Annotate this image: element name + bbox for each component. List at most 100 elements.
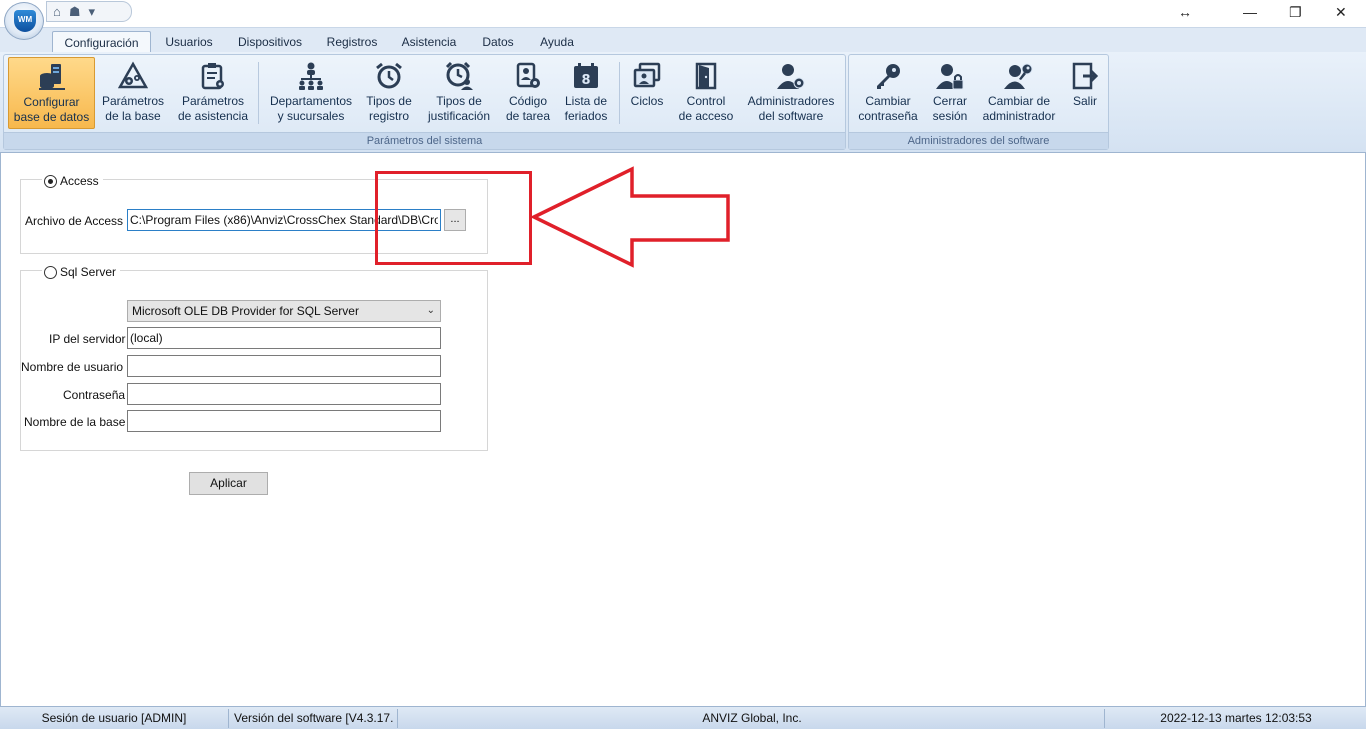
tab-configuracion[interactable]: Configuración — [52, 31, 151, 54]
status-company: ANVIZ Global, Inc. — [400, 709, 1105, 728]
clock-user-icon — [445, 61, 473, 90]
button-label: de asistencia — [177, 109, 249, 123]
home-icon[interactable]: ⌂ — [53, 5, 61, 18]
button-label: Ciclos — [630, 94, 664, 108]
access-legend-label: Access — [60, 174, 99, 188]
task-code-icon — [516, 62, 540, 88]
button-label: Administradores — [747, 94, 835, 108]
control-acceso-button[interactable]: Control de acceso — [676, 57, 736, 129]
button-label: Tipos de — [436, 94, 482, 108]
button-label: Salir — [1072, 94, 1097, 108]
button-label: Cambiar — [865, 94, 911, 108]
sql-server-radio[interactable]: Sql Server — [42, 265, 121, 279]
app-logo-icon: WM — [14, 10, 36, 32]
button-label: de tarea — [505, 109, 551, 123]
database-server-icon — [38, 64, 65, 90]
button-label: de acceso — [678, 109, 734, 123]
key-icon — [877, 64, 900, 89]
password-label: Contraseña — [63, 388, 126, 402]
username-input[interactable] — [127, 355, 441, 377]
button-label: Parámetros — [181, 94, 245, 108]
button-label: feriados — [564, 109, 608, 123]
sql-server-radio-button[interactable] — [44, 265, 57, 279]
configurar-base-datos-button[interactable]: Configurar base de datos — [8, 57, 95, 129]
button-label: Lista de — [564, 94, 608, 108]
tipos-justificacion-button[interactable]: Tipos de justificación — [424, 57, 494, 129]
alarm-clock-icon — [376, 62, 402, 89]
svg-text:8: 8 — [581, 73, 590, 88]
button-label: Departamentos — [269, 94, 353, 108]
gears-triangle-icon — [118, 61, 148, 89]
resize-icon: ↔ — [1178, 4, 1192, 20]
server-ip-input[interactable] — [127, 327, 441, 349]
codigo-tarea-button[interactable]: Código de tarea — [504, 57, 552, 129]
ribbon-tab-row: Configuración Usuarios Dispositivos Regi… — [0, 27, 1366, 54]
tab-usuarios[interactable]: Usuarios — [160, 31, 218, 54]
quick-access-toolbar: ⌂ ☗ ▾ — [46, 1, 132, 22]
parametros-base-button[interactable]: Parámetros de la base — [99, 57, 167, 129]
username-label: Nombre de usuario — [21, 360, 124, 374]
button-label: base de datos — [13, 110, 90, 124]
departamentos-sucursales-button[interactable]: Departamentos y sucursales — [266, 57, 356, 129]
lista-feriados-button[interactable]: 8 Lista de feriados — [560, 57, 612, 129]
close-button[interactable]: ✕ — [1335, 4, 1347, 21]
parametros-asistencia-button[interactable]: Parámetros de asistencia — [174, 57, 252, 129]
group-label: Parámetros del sistema — [4, 132, 845, 149]
status-version: Versión del software [V4.3.17. — [232, 709, 398, 728]
group-label: Administradores del software — [849, 132, 1108, 149]
button-label: del software — [758, 109, 824, 123]
provider-selected-value: Microsoft OLE DB Provider for SQL Server — [132, 304, 359, 318]
calendar-icon: 8 — [574, 63, 598, 88]
button-label: y sucursales — [277, 109, 345, 123]
annotation-arrow-icon — [530, 166, 730, 268]
dropdown-icon[interactable]: ▾ — [89, 5, 96, 18]
tab-ayuda[interactable]: Ayuda — [532, 31, 582, 54]
button-label: Cerrar — [932, 94, 967, 108]
status-bar: Sesión de usuario [ADMIN] Versión del so… — [0, 706, 1366, 729]
tab-dispositivos[interactable]: Dispositivos — [230, 31, 310, 54]
user-key-icon — [1004, 63, 1033, 89]
button-label: Código — [508, 94, 548, 108]
ribbon-separator — [258, 62, 259, 124]
admin-gear-icon — [777, 64, 805, 89]
database-name-label: Nombre de la base — [24, 415, 126, 429]
administradores-software-button[interactable]: Administradores del software — [744, 57, 838, 129]
tab-asistencia[interactable]: Asistencia — [396, 31, 462, 54]
button-label: de la base — [105, 109, 161, 123]
minimize-button[interactable]: — — [1243, 4, 1257, 20]
apply-button[interactable]: Aplicar — [189, 472, 268, 495]
user-lock-icon — [936, 64, 964, 90]
cerrar-sesion-button[interactable]: Cerrar sesión — [928, 57, 972, 129]
ciclos-button[interactable]: Ciclos — [626, 57, 668, 129]
database-name-input[interactable] — [127, 410, 441, 432]
title-bar: WM ⌂ ☗ ▾ ↔ — ❐ ✕ — [0, 0, 1366, 40]
button-label: contraseña — [858, 109, 918, 123]
cycles-icon — [633, 62, 661, 88]
users-icon[interactable]: ☗ — [69, 5, 81, 18]
cambiar-contrasena-button[interactable]: Cambiar contraseña — [856, 57, 920, 129]
server-ip-label: IP del servidor — [49, 332, 126, 346]
button-label: administrador — [982, 109, 1056, 123]
door-icon — [695, 62, 717, 90]
tab-registros[interactable]: Registros — [320, 31, 384, 54]
button-label: Configurar — [23, 95, 80, 109]
tab-datos[interactable]: Datos — [476, 31, 520, 54]
button-label: Parámetros — [101, 94, 165, 108]
app-menu-button[interactable]: WM — [4, 2, 44, 40]
ribbon-separator — [619, 62, 620, 124]
org-chart-icon — [299, 62, 323, 90]
access-radio-button[interactable] — [44, 174, 57, 188]
provider-select[interactable]: Microsoft OLE DB Provider for SQL Server… — [127, 300, 441, 322]
button-label: registro — [368, 109, 409, 123]
button-label: Cambiar de — [987, 94, 1051, 108]
restore-button[interactable]: ❐ — [1289, 4, 1302, 21]
access-radio[interactable]: Access — [42, 174, 103, 188]
salir-button[interactable]: Salir — [1066, 57, 1104, 129]
cambiar-administrador-button[interactable]: Cambiar de administrador — [978, 57, 1060, 129]
clipboard-gear-icon — [201, 63, 224, 90]
status-session: Sesión de usuario [ADMIN] — [0, 709, 229, 728]
access-file-label: Archivo de Access — [25, 214, 124, 228]
button-label: sesión — [932, 109, 968, 123]
password-input[interactable] — [127, 383, 441, 405]
tipos-registro-button[interactable]: Tipos de registro — [362, 57, 416, 129]
